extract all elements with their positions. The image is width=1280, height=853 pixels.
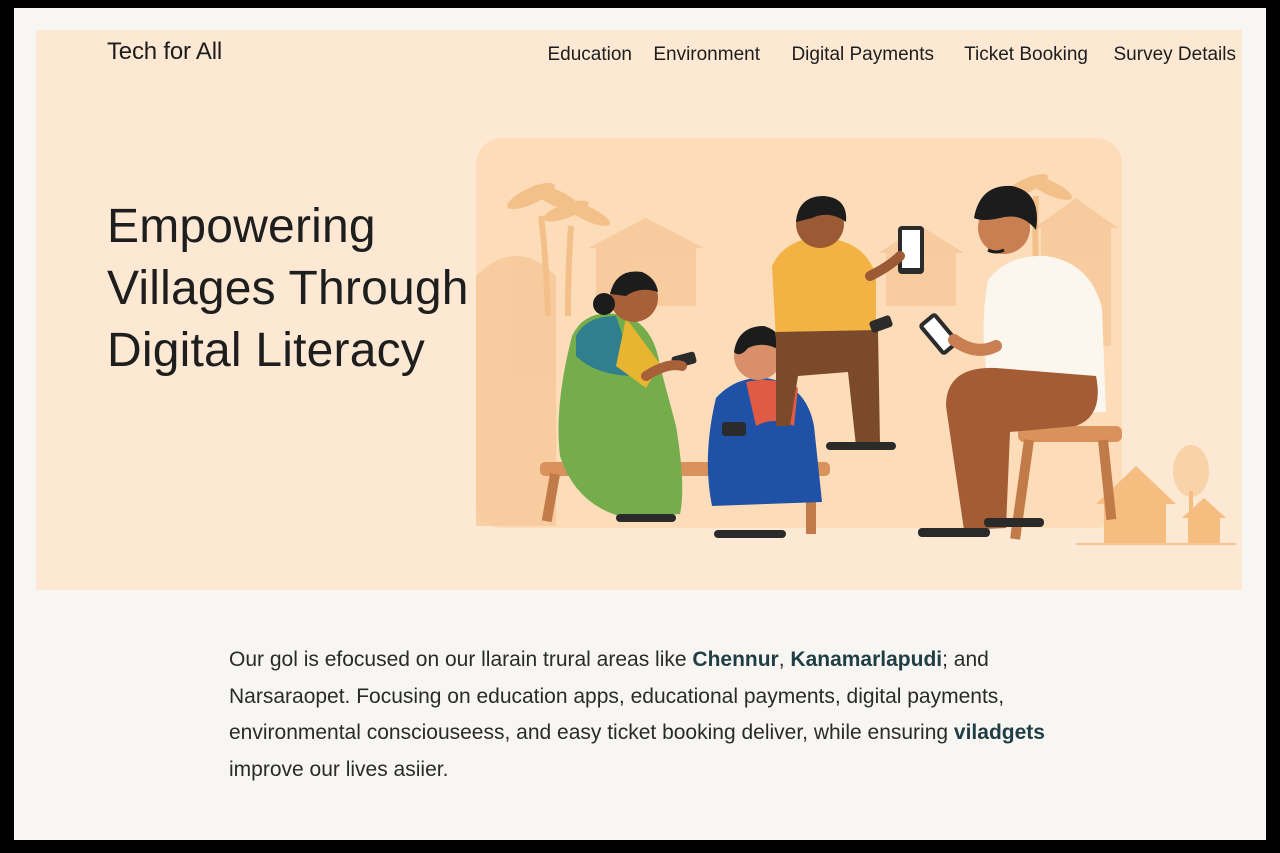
nav-environment[interactable]: Environment <box>653 44 760 66</box>
site-logo[interactable]: Tech for All <box>107 38 222 66</box>
main-nav: Education Environment Digital Payments T… <box>536 44 1236 68</box>
mission-description: Our gol is efocused on our llarain trura… <box>229 642 1049 788</box>
nav-survey-details[interactable]: Survey Details <box>1114 44 1237 66</box>
hero-section: Tech for All Education Environment Digit… <box>36 30 1242 590</box>
desc-text-2: , <box>778 648 791 671</box>
place-chennur: Chennur <box>692 648 779 671</box>
illustration-villagers-with-phones <box>476 138 1236 545</box>
keyword-viladgets: viladgets <box>953 721 1045 744</box>
headline-line-3: Digital Literacy <box>107 324 425 377</box>
desc-text-4: improve our lives asiier. <box>229 757 449 781</box>
nav-education[interactable]: Education <box>547 44 632 66</box>
browser-page: Tech for All Education Environment Digit… <box>14 8 1266 840</box>
headline-line-2: Villages Through <box>107 262 469 315</box>
nav-digital-payments[interactable]: Digital Payments <box>791 44 934 66</box>
nav-ticket-booking[interactable]: Ticket Booking <box>964 44 1088 66</box>
hero-headline: Empowering Villages Through Digital Lite… <box>107 196 527 382</box>
place-kanamarlapudi: Kanamarlapudi <box>790 648 943 671</box>
desc-text-1: Our gol is efocused on our llarain trura… <box>229 648 693 671</box>
headline-line-1: Empowering <box>107 200 376 253</box>
